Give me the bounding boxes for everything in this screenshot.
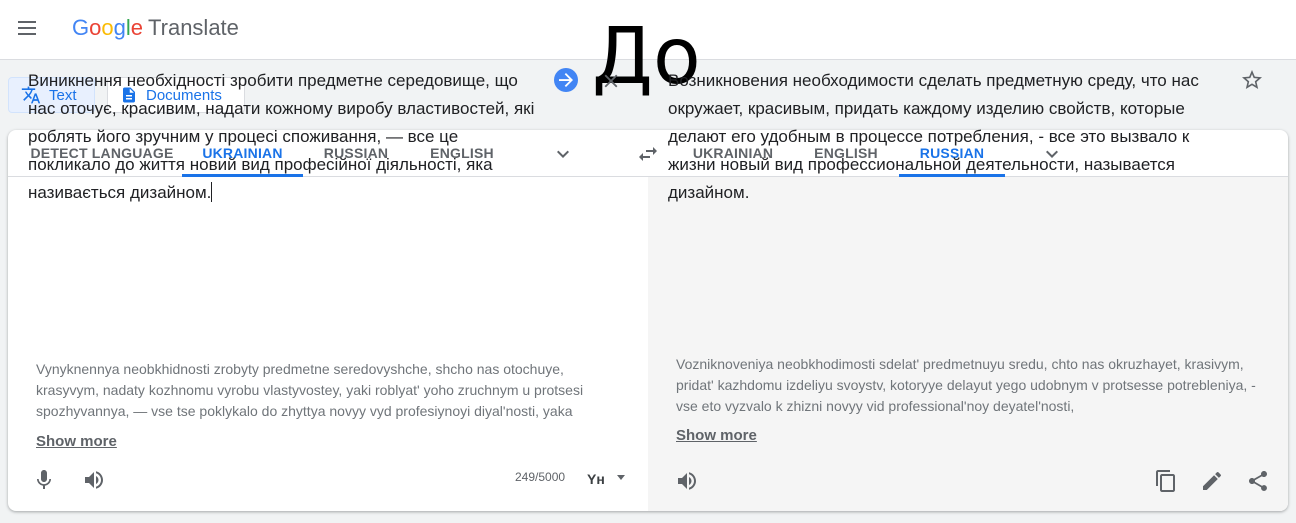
logo-letter: o	[89, 15, 102, 40]
share-icon[interactable]	[1246, 469, 1270, 493]
menu-icon-bar	[18, 27, 36, 29]
source-text: Виникнення необхідності зробити предметн…	[28, 71, 535, 202]
translated-text: Возникновения необходимости сделать пред…	[668, 71, 1199, 202]
clear-source-icon[interactable]	[600, 70, 622, 92]
text-cursor	[211, 182, 213, 202]
logo-letter: e	[130, 15, 144, 40]
source-speaker-icon[interactable]	[82, 468, 106, 492]
go-button[interactable]	[554, 68, 578, 92]
source-transliteration: Vynyknennya neobkhidnosti zrobyty predme…	[36, 361, 584, 419]
translation-pane	[648, 177, 1288, 511]
target-transliteration: Vozniknoveniya neobkhodimosti sdelat' pr…	[676, 356, 1256, 414]
target-show-more-link[interactable]: Show more	[676, 427, 757, 444]
copy-icon[interactable]	[1154, 469, 1178, 493]
main-menu-button[interactable]	[16, 16, 40, 40]
source-text-input[interactable]: Виникнення необхідності зробити предметн…	[28, 67, 538, 207]
arrow-right-icon	[559, 73, 573, 87]
input-tools-dropdown-icon[interactable]	[617, 475, 625, 480]
logo-letter: G	[72, 15, 90, 40]
logo-letter: g	[113, 15, 126, 40]
source-languages-chevron-down-icon[interactable]	[551, 142, 575, 166]
google-translate-logo[interactable]: Google Translate	[72, 15, 239, 41]
star-icon[interactable]	[1240, 68, 1264, 92]
target-speaker-icon[interactable]	[675, 469, 699, 493]
source-show-more-link[interactable]: Show more	[36, 433, 117, 450]
logo-letter: o	[101, 15, 114, 40]
menu-icon	[18, 21, 36, 23]
microphone-icon[interactable]	[32, 468, 56, 492]
character-counter: 249/5000	[515, 470, 566, 484]
edit-pencil-icon[interactable]	[1200, 469, 1224, 493]
product-name: Translate	[148, 15, 239, 40]
google-wordmark: Google	[72, 15, 143, 40]
keyboard-input-tool[interactable]: Yн	[587, 471, 605, 487]
menu-icon-bar	[18, 33, 36, 35]
swap-languages-icon[interactable]	[636, 142, 660, 166]
